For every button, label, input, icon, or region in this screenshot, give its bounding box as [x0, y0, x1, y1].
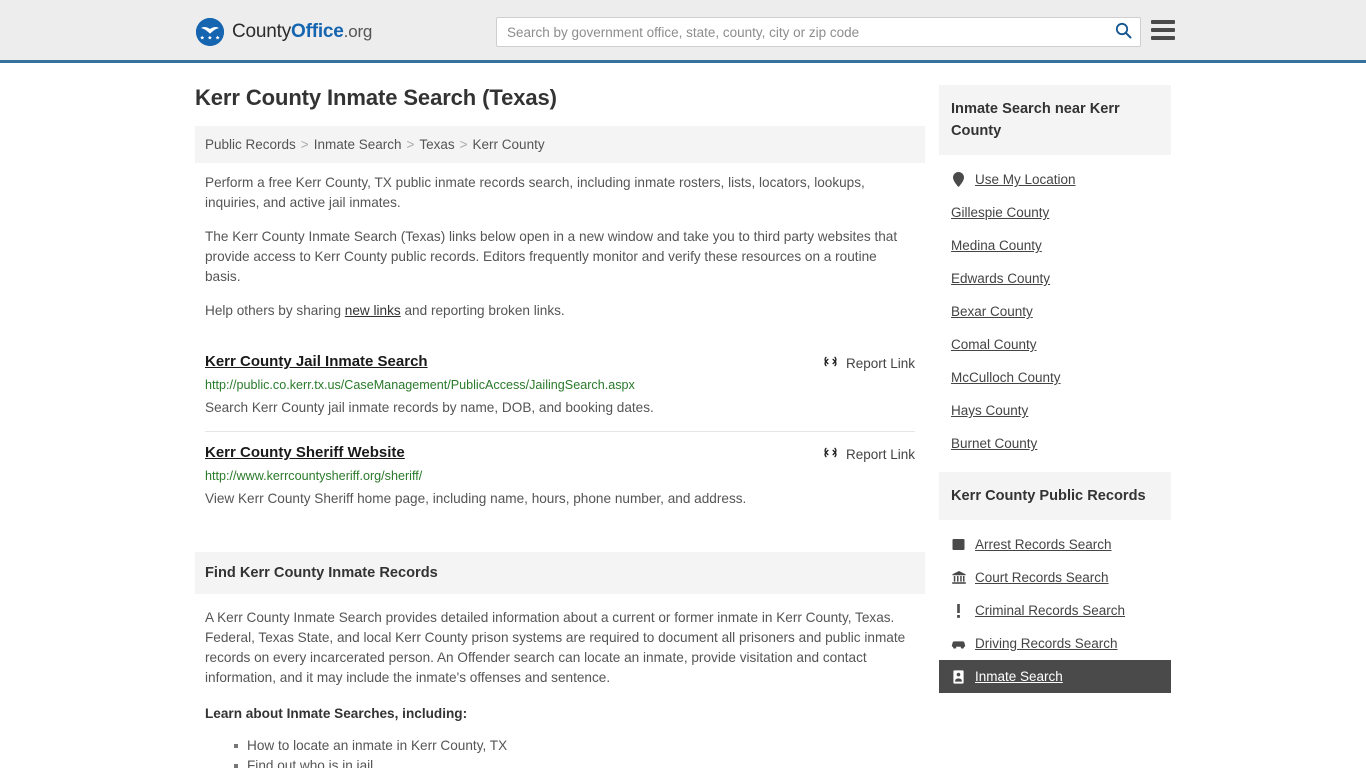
- intro-section: Perform a free Kerr County, TX public in…: [195, 163, 925, 321]
- sidebar: Inmate Search near Kerr County Use My Lo…: [939, 85, 1171, 768]
- sidebar-item-label: Edwards County: [951, 271, 1051, 286]
- sidebar-item-label: Comal County: [951, 337, 1037, 352]
- sidebar-item-criminal-records-search[interactable]: Criminal Records Search: [939, 594, 1171, 627]
- sidebar-item-comal-county[interactable]: Comal County: [939, 328, 1171, 361]
- public-records-panel: Kerr County Public Records Arrest Record…: [939, 472, 1171, 693]
- sidebar-item-label: Burnet County: [951, 436, 1038, 451]
- public-records-panel-list: Arrest Records Search Court Records Sear…: [939, 520, 1171, 693]
- sidebar-item-hays-county[interactable]: Hays County: [939, 394, 1171, 427]
- public-records-panel-heading: Kerr County Public Records: [939, 472, 1171, 520]
- intro-p3-before: Help others by sharing: [205, 303, 345, 318]
- result-title-link[interactable]: Kerr County Sheriff Website: [205, 444, 405, 461]
- sidebar-item-gillespie-county[interactable]: Gillespie County: [939, 196, 1171, 229]
- list-item: How to locate an inmate in Kerr County, …: [234, 736, 915, 756]
- find-records-paragraph: A Kerr County Inmate Search provides det…: [205, 610, 906, 685]
- hamburger-bar-3: [1151, 36, 1175, 40]
- sidebar-item-label: Court Records Search: [975, 570, 1109, 585]
- breadcrumb: Public Records > Inmate Search > Texas > Kerr …: [195, 126, 925, 163]
- sidebar-item-label: Criminal Records Search: [975, 603, 1126, 618]
- car-icon: [951, 638, 966, 649]
- results-list: Kerr County Jail Inmate Search Report Li…: [195, 335, 925, 522]
- learn-about-heading: Learn about Inmate Searches, including:: [205, 706, 468, 721]
- sidebar-item-court-records-search[interactable]: Court Records Search: [939, 561, 1171, 594]
- sidebar-item-label: Medina County: [951, 238, 1042, 253]
- eagle-seal-icon: [196, 18, 224, 46]
- report-link-button[interactable]: Report Link: [823, 445, 915, 463]
- sidebar-item-inmate-search[interactable]: Inmate Search: [939, 660, 1171, 693]
- hamburger-bar-1: [1151, 20, 1175, 24]
- result-url[interactable]: http://www.kerrcountysheriff.org/sheriff…: [205, 469, 915, 483]
- sidebar-item-arrest-records-search[interactable]: Arrest Records Search: [939, 528, 1171, 561]
- search-input[interactable]: [497, 18, 1106, 46]
- result-description: Search Kerr County jail inmate records b…: [205, 400, 654, 415]
- intro-paragraph-2: The Kerr County Inmate Search (Texas) li…: [205, 229, 898, 284]
- broken-link-icon: [823, 445, 838, 463]
- breadcrumb-separator: >: [406, 137, 415, 152]
- brand-part-office: Office: [291, 21, 344, 42]
- breadcrumb-item-kerr-county[interactable]: Kerr County: [473, 137, 545, 152]
- main-content: Kerr County Inmate Search (Texas) Public…: [195, 85, 925, 768]
- intro-paragraph-1: Perform a free Kerr County, TX public in…: [205, 175, 865, 210]
- search-button[interactable]: [1106, 18, 1140, 46]
- sidebar-item-label: Bexar County: [951, 304, 1033, 319]
- sidebar-item-edwards-county[interactable]: Edwards County: [939, 262, 1171, 295]
- nearby-panel-heading: Inmate Search near Kerr County: [939, 85, 1171, 155]
- page-wrapper: Kerr County Inmate Search (Texas) Public…: [0, 63, 1366, 768]
- result-item: Kerr County Sheriff Website Report Link …: [205, 432, 915, 522]
- sidebar-item-label: Inmate Search: [975, 669, 1063, 684]
- report-link-label: Report Link: [845, 446, 915, 462]
- sidebar-item-label: Arrest Records Search: [975, 537, 1112, 552]
- list-item: Find out who is in jail: [234, 756, 915, 768]
- search-icon: [1115, 22, 1132, 42]
- intro-paragraph-3: Help others by sharing new links and rep…: [205, 301, 915, 321]
- sidebar-item-label: Gillespie County: [951, 205, 1050, 220]
- fingerprint-card-icon: [951, 538, 966, 551]
- sidebar-item-driving-records-search[interactable]: Driving Records Search: [939, 627, 1171, 660]
- result-description: View Kerr County Sheriff home page, incl…: [205, 491, 747, 506]
- find-records-body: A Kerr County Inmate Search provides det…: [195, 594, 925, 768]
- courthouse-icon: [951, 571, 966, 584]
- sidebar-item-label: Driving Records Search: [975, 636, 1118, 651]
- brand-wordmark: CountyOffice.org: [232, 21, 372, 43]
- hamburger-menu-icon[interactable]: [1151, 20, 1175, 40]
- nearby-inmate-search-panel: Inmate Search near Kerr County Use My Lo…: [939, 85, 1171, 460]
- sidebar-item-label: Hays County: [951, 403, 1029, 418]
- sidebar-item-medina-county[interactable]: Medina County: [939, 229, 1171, 262]
- sidebar-item-label: McCulloch County: [951, 370, 1061, 385]
- site-logo[interactable]: CountyOffice.org: [196, 18, 372, 46]
- broken-link-icon: [823, 354, 838, 372]
- breadcrumb-separator: >: [300, 137, 309, 152]
- result-item: Kerr County Jail Inmate Search Report Li…: [205, 341, 915, 432]
- location-pin-icon: [951, 172, 966, 187]
- sidebar-item-label: Use My Location: [975, 172, 1076, 187]
- sidebar-item-bexar-county[interactable]: Bexar County: [939, 295, 1171, 328]
- exclamation-icon: [951, 603, 966, 618]
- brand-part-org: .org: [343, 22, 373, 41]
- hamburger-bar-2: [1151, 28, 1175, 32]
- new-links-link[interactable]: new links: [345, 303, 401, 318]
- search-bar[interactable]: [496, 17, 1141, 47]
- sidebar-item-burnet-county[interactable]: Burnet County: [939, 427, 1171, 460]
- report-link-label: Report Link: [845, 355, 915, 371]
- breadcrumb-item-inmate-search[interactable]: Inmate Search: [314, 137, 402, 152]
- site-header: CountyOffice.org: [0, 0, 1366, 63]
- breadcrumb-separator: >: [459, 137, 468, 152]
- brand-part-county: County: [232, 21, 292, 42]
- breadcrumb-item-public-records[interactable]: Public Records: [205, 137, 296, 152]
- id-card-icon: [951, 669, 966, 684]
- result-url[interactable]: http://public.co.kerr.tx.us/CaseManageme…: [205, 378, 915, 392]
- result-title-link[interactable]: Kerr County Jail Inmate Search: [205, 353, 428, 370]
- page-title: Kerr County Inmate Search (Texas): [195, 85, 557, 110]
- breadcrumb-item-texas[interactable]: Texas: [419, 137, 454, 152]
- learn-about-list: How to locate an inmate in Kerr County, …: [205, 736, 915, 768]
- sidebar-item-mcculloch-county[interactable]: McCulloch County: [939, 361, 1171, 394]
- find-records-heading: Find Kerr County Inmate Records: [195, 552, 925, 594]
- nearby-panel-list: Use My Location Gillespie County Medina …: [939, 155, 1171, 460]
- report-link-button[interactable]: Report Link: [823, 354, 915, 372]
- intro-p3-after: and reporting broken links.: [400, 303, 565, 318]
- sidebar-item-use-my-location[interactable]: Use My Location: [939, 163, 1171, 196]
